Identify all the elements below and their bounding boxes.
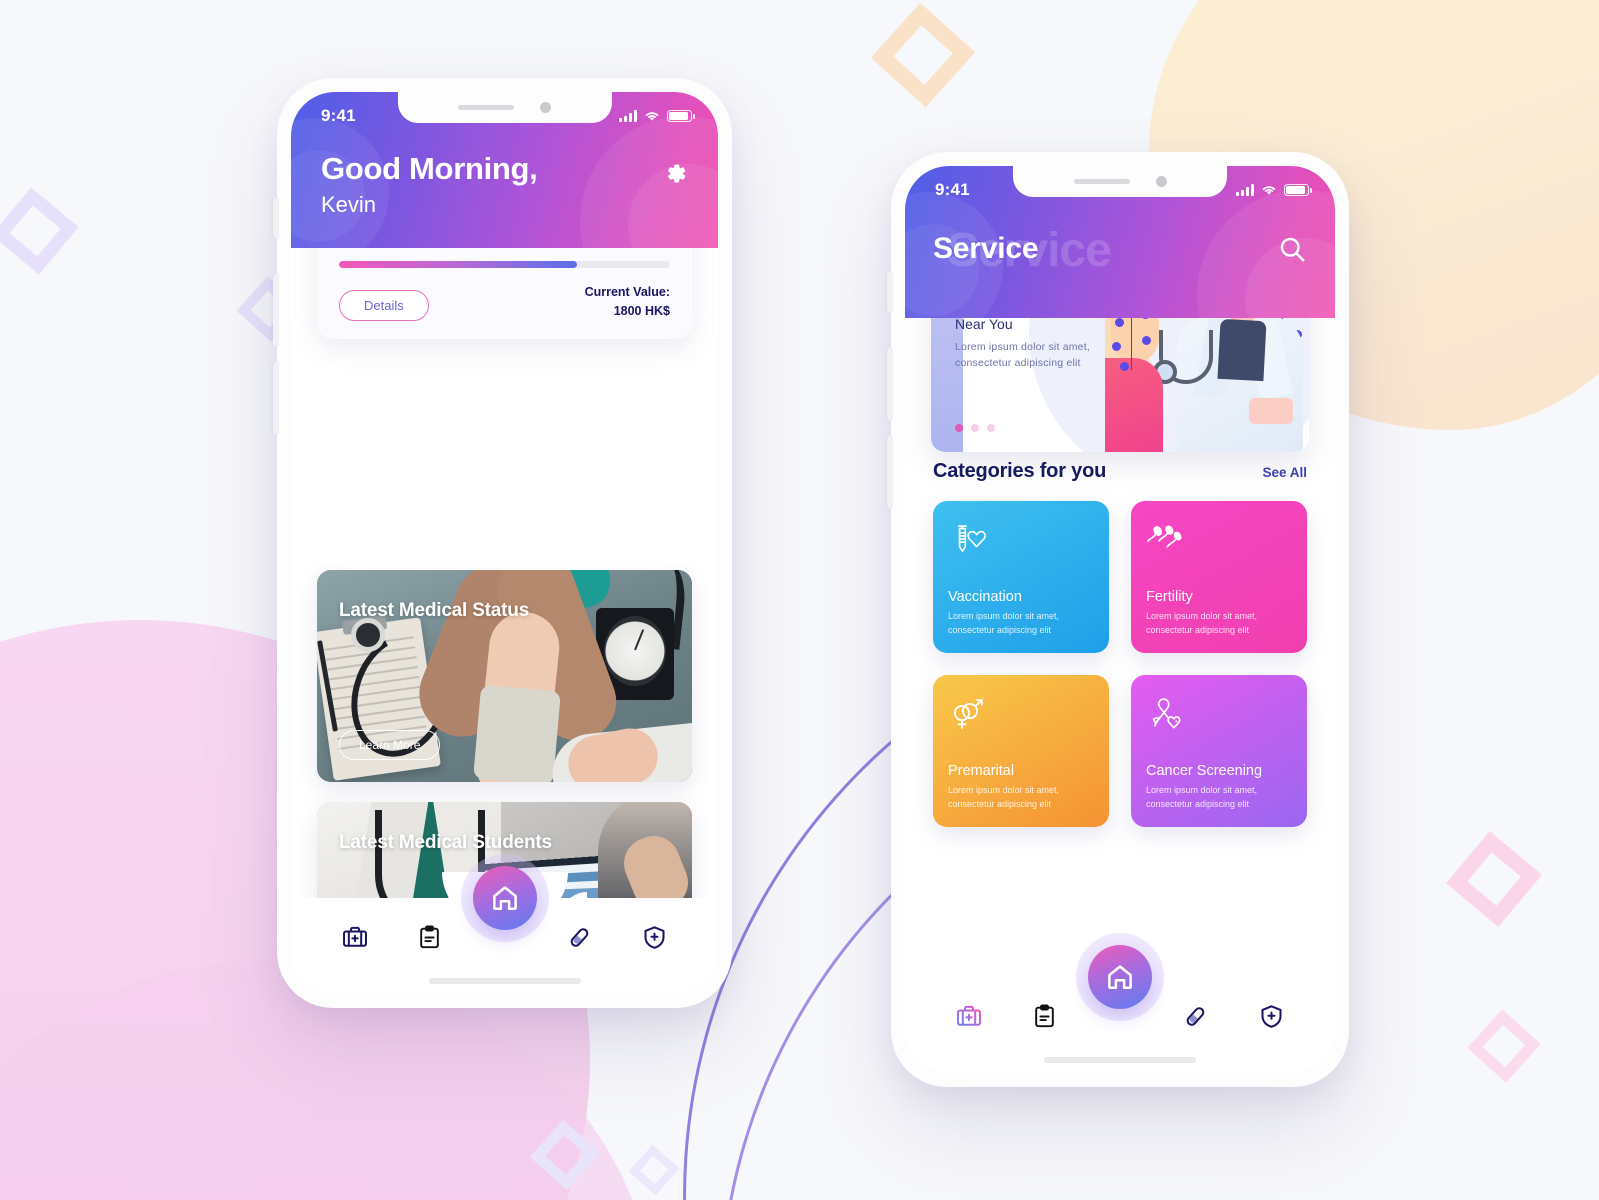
status-time-2: 9:41: [935, 180, 970, 199]
background-decoration: [0, 0, 1599, 1200]
nav-item-medical-bag-active[interactable]: [947, 994, 991, 1038]
home-icon[interactable]: [1088, 945, 1152, 1009]
category-card-cancer-screening[interactable]: Cancer Screening Lorem ipsum dolor sit a…: [1131, 675, 1307, 827]
current-value-amount: 1800 HK$: [613, 303, 670, 318]
diamond-outline-purple-4: [628, 1144, 680, 1196]
categories-grid: Vaccination Lorem ipsum dolor sit amet, …: [905, 483, 1335, 827]
pagination-dot-2: [971, 424, 979, 432]
nav-item-shield-plus[interactable]: [633, 915, 677, 959]
ribbon-heart-icon: [1146, 692, 1292, 738]
current-value-block: Current Value: 1800 HK$: [585, 283, 670, 321]
category-desc: Lorem ipsum dolor sit amet, consectetur …: [948, 611, 1060, 635]
medical-status-card[interactable]: Latest Medical Status Learn More: [317, 570, 692, 783]
home-content: Qcure Rewards Rewards 23 / 25 Details Cu…: [291, 248, 718, 898]
banner-body-text: Lorem ipsum dolor sit amet, consectetur …: [955, 340, 1090, 369]
rewards-progress-bar: [339, 261, 670, 269]
phone-screen-service: 9:41 Service Service Near You Lorem ipsu…: [905, 166, 1335, 1073]
home-indicator-2: [1044, 1057, 1196, 1063]
bottom-navigation-service: [905, 933, 1335, 1073]
phone-mockup-service: 9:41 Service Service Near You Lorem ipsu…: [887, 152, 1349, 1087]
service-hero-header: 9:41 Service Service: [905, 166, 1335, 318]
pill-icon: [570, 927, 589, 947]
home-button-glow[interactable]: [460, 854, 549, 942]
phone-notch-2: [1013, 166, 1227, 197]
volume-down-button-2[interactable]: [887, 436, 893, 508]
banner-text-block: FIND INSTANT DOCTOR Near You Lorem ipsum…: [931, 318, 1143, 371]
nav-item-medical-bag[interactable]: [333, 915, 377, 959]
cellular-bars-icon: [619, 110, 637, 122]
nav-item-shield-plus[interactable]: [1249, 994, 1293, 1038]
earpiece-speaker-2: [1073, 179, 1130, 184]
page-title: Service: [933, 232, 1039, 265]
service-content: FIND INSTANT DOCTOR Near You Lorem ipsum…: [905, 318, 1335, 977]
pagination-dot-1: [955, 424, 963, 432]
categories-title: Categories for you: [933, 460, 1107, 482]
category-name: Vaccination: [948, 589, 1022, 605]
gender-symbols-icon: [948, 692, 1094, 738]
greeting-text: Good Morning,: [321, 151, 538, 186]
greeting-block: Good Morning, Kevin: [291, 136, 718, 248]
category-desc: Lorem ipsum dolor sit amet, consectetur …: [1146, 611, 1258, 635]
nav-item-clipboard[interactable]: [408, 915, 452, 959]
rewards-card: Qcure Rewards Rewards 23 / 25 Details Cu…: [317, 248, 692, 339]
nav-item-clipboard[interactable]: [1022, 994, 1066, 1038]
battery-icon: [667, 110, 695, 122]
syringe-heart-icon: [948, 518, 1094, 564]
wifi-icon: [1262, 186, 1276, 195]
current-value-label: Current Value:: [584, 285, 670, 300]
nav-item-pill[interactable]: [558, 915, 602, 959]
home-button-glow-2[interactable]: [1076, 933, 1164, 1021]
status-icons: [619, 110, 695, 122]
gear-icon[interactable]: [661, 160, 688, 187]
banner-subhead: Near You: [955, 318, 1013, 332]
earpiece-speaker: [458, 105, 514, 110]
pagination-dot-3: [987, 424, 995, 432]
bottom-navigation-home: [291, 854, 718, 994]
rewards-progress-fill: [339, 261, 578, 269]
user-name: Kevin: [321, 192, 377, 218]
details-button[interactable]: Details: [339, 289, 429, 321]
battery-icon: [1284, 184, 1312, 196]
front-camera: [540, 102, 551, 113]
volume-up-button-2[interactable]: [887, 348, 893, 420]
phone-mockup-home: 9:41 Good Morning, Kevin Details Current…: [273, 78, 732, 1008]
category-card-fertility[interactable]: Fertility Lorem ipsum dolor sit amet, co…: [1131, 501, 1307, 653]
silent-switch[interactable]: [273, 198, 279, 238]
category-card-premarital[interactable]: Premarital Lorem ipsum dolor sit amet, c…: [933, 675, 1109, 827]
phone-screen-home: 9:41 Good Morning, Kevin Details Current…: [291, 92, 718, 994]
status-icons-2: [1236, 184, 1312, 196]
categories-header: Categories for you See All: [905, 460, 1335, 483]
category-name: Fertility: [1146, 589, 1193, 605]
category-desc: Lorem ipsum dolor sit amet, consectetur …: [948, 785, 1060, 809]
category-desc: Lorem ipsum dolor sit amet, consectetur …: [1146, 785, 1258, 809]
learn-more-button[interactable]: Learn More: [339, 730, 441, 761]
pill-icon: [1186, 1006, 1205, 1026]
banner-pagination-dots[interactable]: [955, 424, 995, 432]
cellular-bars-icon: [1236, 184, 1254, 196]
category-card-vaccination[interactable]: Vaccination Lorem ipsum dolor sit amet, …: [933, 501, 1109, 653]
medical-students-title: Latest Medical Students: [339, 832, 552, 854]
medical-status-title: Latest Medical Status: [339, 600, 530, 622]
home-hero-header: 9:41 Good Morning, Kevin: [291, 92, 718, 249]
nav-item-pill[interactable]: [1174, 994, 1218, 1038]
home-icon[interactable]: [472, 866, 537, 930]
status-time: 9:41: [321, 106, 356, 125]
service-header: Service Service: [905, 210, 1335, 277]
find-doctor-banner[interactable]: FIND INSTANT DOCTOR Near You Lorem ipsum…: [931, 318, 1309, 452]
front-camera-2: [1155, 176, 1167, 187]
category-name: Premarital: [948, 763, 1015, 779]
volume-down-button[interactable]: [273, 362, 279, 434]
category-name: Cancer Screening: [1146, 763, 1263, 779]
wifi-icon: [645, 112, 659, 121]
silent-switch-2[interactable]: [887, 272, 893, 312]
sperm-icon: [1146, 518, 1292, 564]
see-all-link[interactable]: See All: [1262, 465, 1307, 480]
phone-notch: [397, 92, 612, 123]
volume-up-button[interactable]: [273, 274, 279, 346]
home-indicator: [428, 978, 581, 984]
search-icon[interactable]: [1277, 234, 1307, 264]
